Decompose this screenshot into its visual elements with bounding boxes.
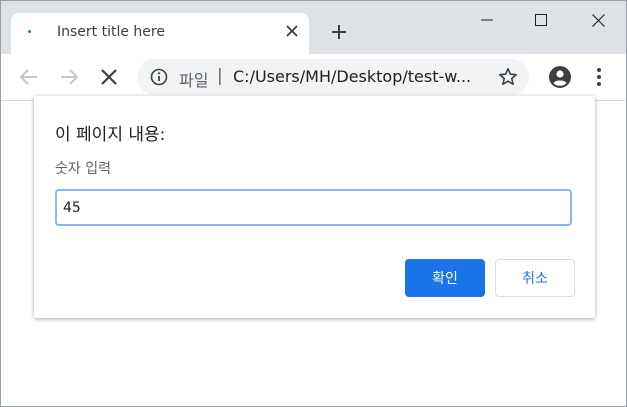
toolbar: 파일 | C:/Users/MH/Desktop/test-w... (1, 54, 626, 101)
stop-loading-icon[interactable] (96, 64, 122, 90)
browser-window: Insert title here 파일 | C:/Users/MH/Deskt… (0, 0, 627, 407)
new-tab-icon[interactable] (328, 21, 350, 43)
url-scheme-label: 파일 (179, 71, 209, 90)
window-close-icon[interactable] (570, 1, 626, 39)
dialog-title: 이 페이지 내용: (55, 125, 166, 145)
number-input[interactable] (55, 189, 572, 226)
tab-active[interactable]: Insert title here (11, 13, 309, 54)
minimize-icon[interactable] (459, 1, 515, 39)
bookmark-star-icon[interactable] (498, 67, 518, 87)
prompt-dialog: 이 페이지 내용: 숫자 입력 확인 취소 (34, 96, 595, 318)
profile-avatar-icon[interactable] (547, 64, 573, 90)
tab-close-icon[interactable] (283, 22, 301, 40)
cancel-button[interactable]: 취소 (495, 259, 575, 297)
tab-strip: Insert title here (1, 1, 626, 54)
address-bar[interactable]: 파일 | C:/Users/MH/Desktop/test-w... (137, 59, 529, 95)
maximize-icon[interactable] (513, 1, 569, 39)
tab-title: Insert title here (57, 24, 165, 40)
more-menu-icon[interactable] (589, 66, 609, 88)
forward-arrow-icon[interactable] (56, 64, 82, 90)
dialog-message: 숫자 입력 (55, 161, 111, 177)
url-separator: | (217, 66, 223, 86)
info-icon[interactable] (150, 68, 168, 86)
ok-button[interactable]: 확인 (405, 259, 485, 297)
back-arrow-icon[interactable] (16, 64, 42, 90)
url-text[interactable]: C:/Users/MH/Desktop/test-w... (233, 67, 483, 86)
loading-favicon-icon (28, 30, 31, 33)
